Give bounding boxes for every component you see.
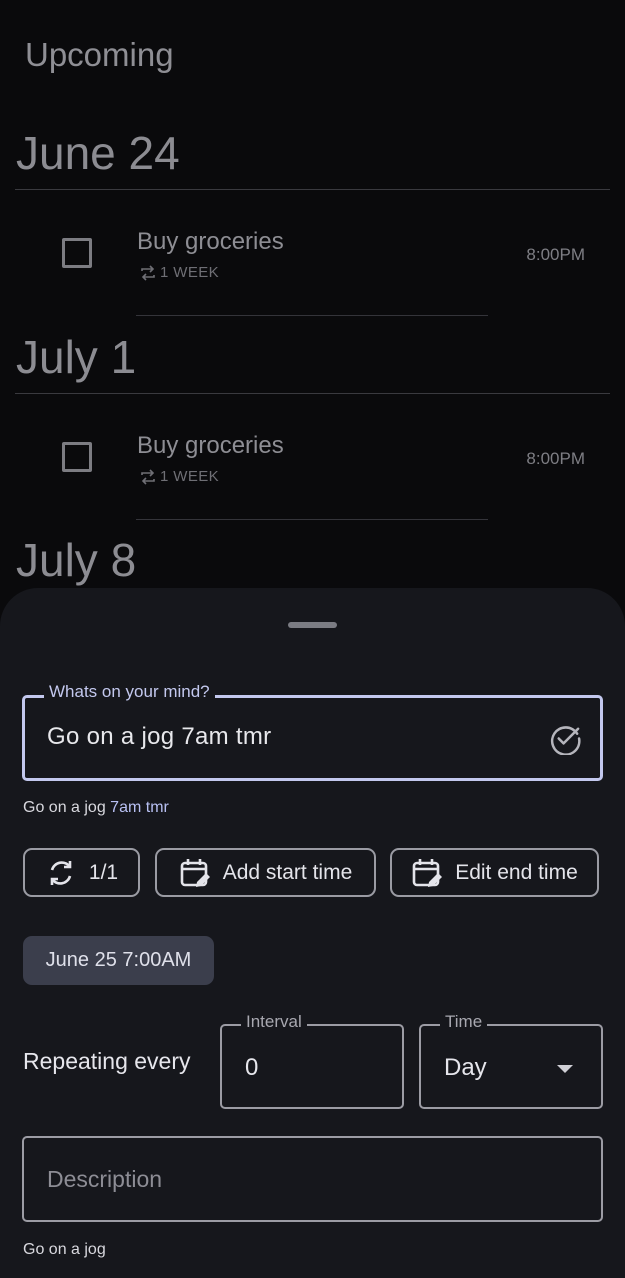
calendar-edit-icon: [412, 858, 443, 887]
time-unit-label: Time: [440, 1012, 488, 1032]
date-header: July 1: [16, 331, 137, 383]
parsed-preview-highlight: 7am tmr: [110, 799, 169, 816]
task-title: Buy groceries: [137, 432, 284, 459]
description-preview: Go on a jog: [23, 1241, 106, 1258]
task-repeat-label: 1 WEEK: [160, 264, 220, 281]
time-unit-select[interactable]: Time Day: [419, 1012, 603, 1109]
page-title: Upcoming: [25, 36, 174, 73]
task-time: 8:00PM: [526, 449, 585, 468]
task-input-label: Whats on your mind?: [44, 682, 215, 702]
task-repeat-info: 1 WEEK: [139, 264, 219, 281]
interval-field[interactable]: Interval 0: [220, 1012, 404, 1109]
recurrence-chip[interactable]: 1/1: [23, 848, 140, 897]
drag-handle[interactable]: [288, 622, 337, 628]
edit-end-time-chip[interactable]: Edit end time: [390, 848, 599, 897]
sync-icon: [50, 860, 72, 885]
task-checkbox[interactable]: [62, 442, 92, 472]
parsed-preview-text: Go on a jog: [23, 799, 111, 816]
edit-end-time-label: Edit end time: [455, 860, 578, 884]
new-task-sheet: Whats on your mind? Go on a jog 7am tmr …: [0, 588, 625, 1278]
date-header: July 8: [16, 534, 137, 586]
selected-date-chip[interactable]: June 25 7:00AM: [23, 936, 214, 985]
description-placeholder: Description: [47, 1166, 163, 1192]
interval-value[interactable]: 0: [245, 1054, 258, 1082]
repeat-icon: [141, 264, 155, 281]
task-input-value[interactable]: Go on a jog 7am tmr: [47, 723, 271, 751]
task-input-field[interactable]: Whats on your mind? Go on a jog 7am tmr: [22, 682, 603, 781]
date-divider: [15, 189, 610, 190]
task-checkbox[interactable]: [62, 238, 92, 268]
add-start-time-chip[interactable]: Add start time: [155, 848, 376, 897]
repeat-label: Repeating every: [23, 1048, 191, 1074]
task-repeat-label: 1 WEEK: [160, 468, 220, 485]
dropdown-arrow-icon[interactable]: [557, 1065, 573, 1073]
task-divider: [136, 519, 488, 520]
task-time: 8:00PM: [526, 245, 585, 264]
task-divider: [136, 315, 488, 316]
time-unit-value: Day: [444, 1054, 487, 1081]
description-field[interactable]: Description: [22, 1136, 603, 1222]
task-row[interactable]: Buy groceries 1 WEEK 8:00PM: [0, 410, 625, 520]
repeat-icon: [141, 468, 155, 485]
selected-date-label: June 25 7:00AM: [45, 949, 192, 971]
parsed-preview: Go on a jog 7am tmr: [23, 799, 169, 817]
add-start-time-label: Add start time: [222, 860, 353, 884]
calendar-edit-icon: [180, 858, 210, 887]
check-circle-icon[interactable]: [549, 722, 582, 755]
date-header: June 24: [16, 127, 180, 179]
task-repeat-info: 1 WEEK: [139, 468, 219, 485]
interval-label: Interval: [241, 1012, 307, 1032]
task-row[interactable]: Buy groceries 1 WEEK 8:00PM: [0, 206, 625, 316]
date-divider: [15, 393, 610, 394]
recurrence-chip-label: 1/1: [88, 860, 119, 884]
task-title: Buy groceries: [137, 228, 284, 255]
upcoming-list: Upcoming June 24 Buy groceries 1 WEEK 8:…: [0, 0, 625, 600]
